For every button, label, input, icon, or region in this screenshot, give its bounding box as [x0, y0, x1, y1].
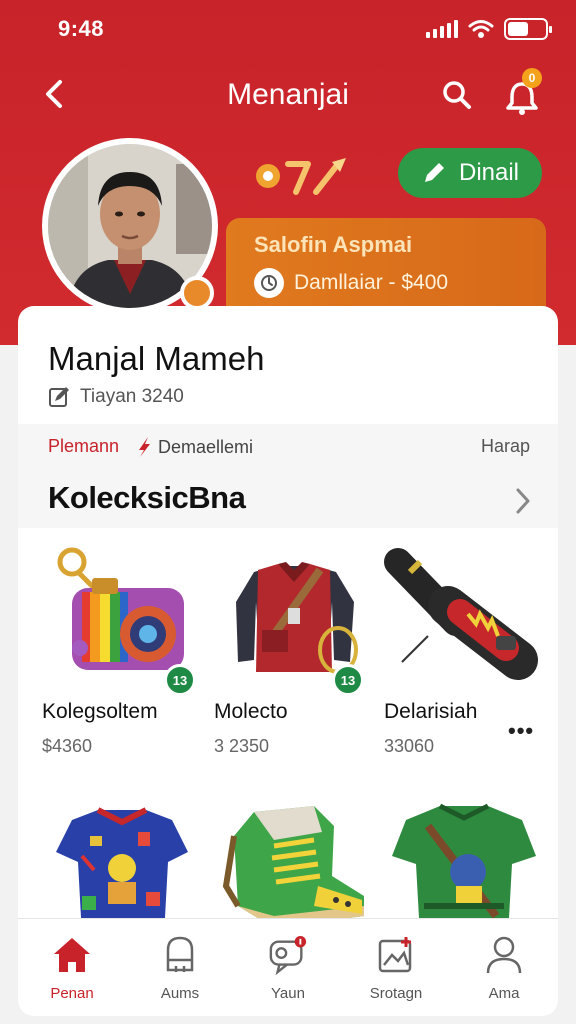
item-name: Kolegsoltem [42, 700, 158, 723]
tab-gallery[interactable]: Srotagn [342, 919, 450, 1016]
tags-row: Plemann Demaellemi Harap [18, 424, 558, 474]
profile-name: Manjal Mameh [48, 340, 265, 377]
collection-header[interactable]: KolecksicBna [18, 474, 558, 528]
vest-icon: 13 [214, 542, 374, 696]
flame-icon [139, 437, 150, 457]
wifi-icon [468, 20, 494, 38]
search-icon [443, 81, 471, 109]
edit-note-icon [49, 387, 69, 407]
battery-icon [504, 18, 552, 40]
tab-label: Yaun [271, 985, 305, 1002]
promo-title: Salofin Aspmai [254, 232, 413, 257]
signal-icon [426, 20, 458, 38]
tag-secondary[interactable]: Demaellemi [136, 436, 253, 458]
tab-chat[interactable]: Yaun [234, 919, 342, 1016]
profile-subtitle: Tiayan 3240 [80, 386, 184, 407]
item-badge: 13 [164, 664, 196, 696]
medal-icon [256, 164, 280, 188]
section-title: KolecksicBna [48, 480, 246, 515]
chevron-right-icon[interactable] [514, 486, 532, 516]
page-title: Menanjai [227, 78, 349, 111]
seven-badge-icon [285, 161, 311, 195]
tab-profile[interactable]: Ama [450, 919, 558, 1016]
chat-icon [268, 935, 308, 975]
status-time: 9:48 [58, 16, 105, 41]
gallery-icon [376, 935, 416, 975]
battery-level [508, 22, 528, 36]
item-price: 3 2350 [214, 736, 270, 756]
collection-item[interactable]: 13 Kolegsoltem $4360 [42, 542, 202, 757]
toy-camera-icon: 13 [42, 542, 202, 696]
tab-home[interactable]: Penan [18, 919, 126, 1016]
item-price: $4360 [42, 736, 93, 756]
edit-profile-label: Dinail [458, 159, 520, 186]
online-status-dot [180, 276, 214, 310]
collection-item[interactable]: 13 Molecto 3 2350 [214, 542, 374, 757]
item-name: Molecto [214, 700, 288, 723]
nav-bar: Menanjai 0 [0, 68, 576, 120]
bottom-navigation: Penan Aums Yaun Srotagn Ama [18, 918, 558, 1016]
status-icons [426, 18, 552, 40]
pencil-icon [424, 163, 444, 182]
clock-icon [254, 268, 284, 298]
search-button[interactable] [438, 76, 476, 114]
notifications-button[interactable]: 0 [500, 68, 546, 118]
tab-label: Penan [50, 985, 94, 1002]
tag-primary[interactable]: Plemann [48, 436, 119, 457]
tag-secondary-label: Demaellemi [158, 436, 254, 457]
more-options-button[interactable]: ••• [508, 718, 534, 744]
tag-right[interactable]: Harap [481, 436, 530, 457]
status-bar: 9:48 [0, 10, 576, 46]
profile-subtitle-row: Tiayan 3240 [48, 386, 184, 408]
tab-label: Srotagn [369, 985, 423, 1002]
edit-profile-button[interactable]: Dinail [398, 148, 542, 198]
tab-shop[interactable]: Aums [126, 919, 234, 1016]
notification-badge: 0 [522, 68, 542, 88]
tab-label: Aums [160, 985, 200, 1002]
promo-value: Damllaiar - $400 [294, 271, 449, 294]
tab-label: Ama [488, 985, 520, 1002]
item-badge: 13 [332, 664, 364, 696]
profile-avatar-frame[interactable] [42, 138, 218, 314]
promo-card[interactable]: Salofin Aspmai Damllaiar - $400 [226, 218, 546, 318]
torch-icon [313, 158, 346, 195]
person-icon [484, 935, 524, 975]
bag-icon [160, 935, 200, 975]
microphone-icon [384, 542, 544, 692]
home-icon [52, 935, 92, 975]
profile-sheet: Manjal Mameh Tiayan 3240 Plemann Demaell… [18, 306, 558, 1016]
achievement-badges [254, 154, 350, 198]
